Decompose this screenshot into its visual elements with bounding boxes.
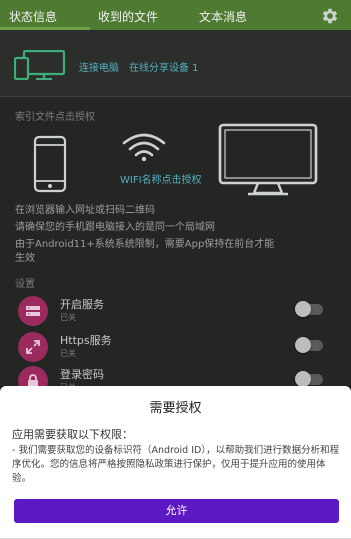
toggle-knob: [295, 337, 311, 353]
login-password-toggle[interactable]: [295, 371, 323, 387]
setting-label: Https服务: [60, 334, 112, 347]
tip-line: 在浏览器输入网址或扫码二维码: [15, 205, 155, 216]
dialog-subtitle: 应用需要获取以下权限：: [12, 428, 133, 441]
allow-button[interactable]: 允许: [14, 499, 339, 523]
wifi-icon[interactable]: [121, 132, 167, 162]
connection-panel[interactable]: 连接电脑 在线分享设备 1: [0, 30, 351, 96]
setting-start-service[interactable]: 开启服务 已关: [0, 294, 351, 330]
start-service-toggle[interactable]: [295, 301, 323, 317]
https-toggle[interactable]: [295, 337, 323, 353]
divider: [0, 96, 351, 97]
phone-icon[interactable]: [31, 135, 69, 193]
toggle-knob: [295, 371, 311, 387]
connection-info: 连接电脑 在线分享设备 1: [79, 59, 199, 74]
setting-status: 已关: [60, 349, 76, 358]
setting-label: 开启服务: [60, 298, 104, 311]
tip-line: 请确保您的手机跟电脑接入的是同一个局域网: [15, 222, 215, 233]
computer-icon: [14, 50, 66, 80]
toggle-knob: [295, 301, 311, 317]
tab-received-files[interactable]: 收到的文件: [98, 8, 158, 25]
wifi-name-label[interactable]: WIFI名称点击授权: [120, 171, 202, 186]
tip-line: 生效: [15, 253, 35, 264]
tip-line: 由于Android11+系统系统限制，需要App保持在前台才能: [15, 239, 275, 250]
tab-text-messages[interactable]: 文本消息: [199, 8, 247, 25]
dialog-title: 需要授权: [149, 401, 202, 416]
server-icon: [18, 296, 48, 326]
auth-section-title: 索引文件点击授权: [15, 112, 95, 123]
permission-dialog: 需要授权 应用需要获取以下权限： - 我们需要获取您的设备标识符（Android…: [0, 386, 351, 539]
online-devices-label: 在线分享设备 1: [129, 63, 199, 74]
connect-pc-label: 连接电脑: [79, 63, 119, 74]
tab-bar: 状态信息 收到的文件 文本消息: [0, 0, 351, 30]
setting-status: 已关: [60, 313, 76, 322]
tab-status[interactable]: 状态信息: [9, 8, 57, 25]
setting-label: 登录密码: [60, 368, 104, 381]
settings-section-title: 设置: [15, 279, 35, 290]
setting-https[interactable]: Https服务 已关: [0, 330, 351, 366]
expand-arrows-icon: [18, 332, 48, 362]
monitor-icon[interactable]: [218, 123, 318, 196]
gear-icon[interactable]: [320, 6, 340, 26]
dialog-body: - 我们需要获取您的设备标识符（Android ID），以帮助我们进行数据分析和…: [12, 445, 340, 484]
